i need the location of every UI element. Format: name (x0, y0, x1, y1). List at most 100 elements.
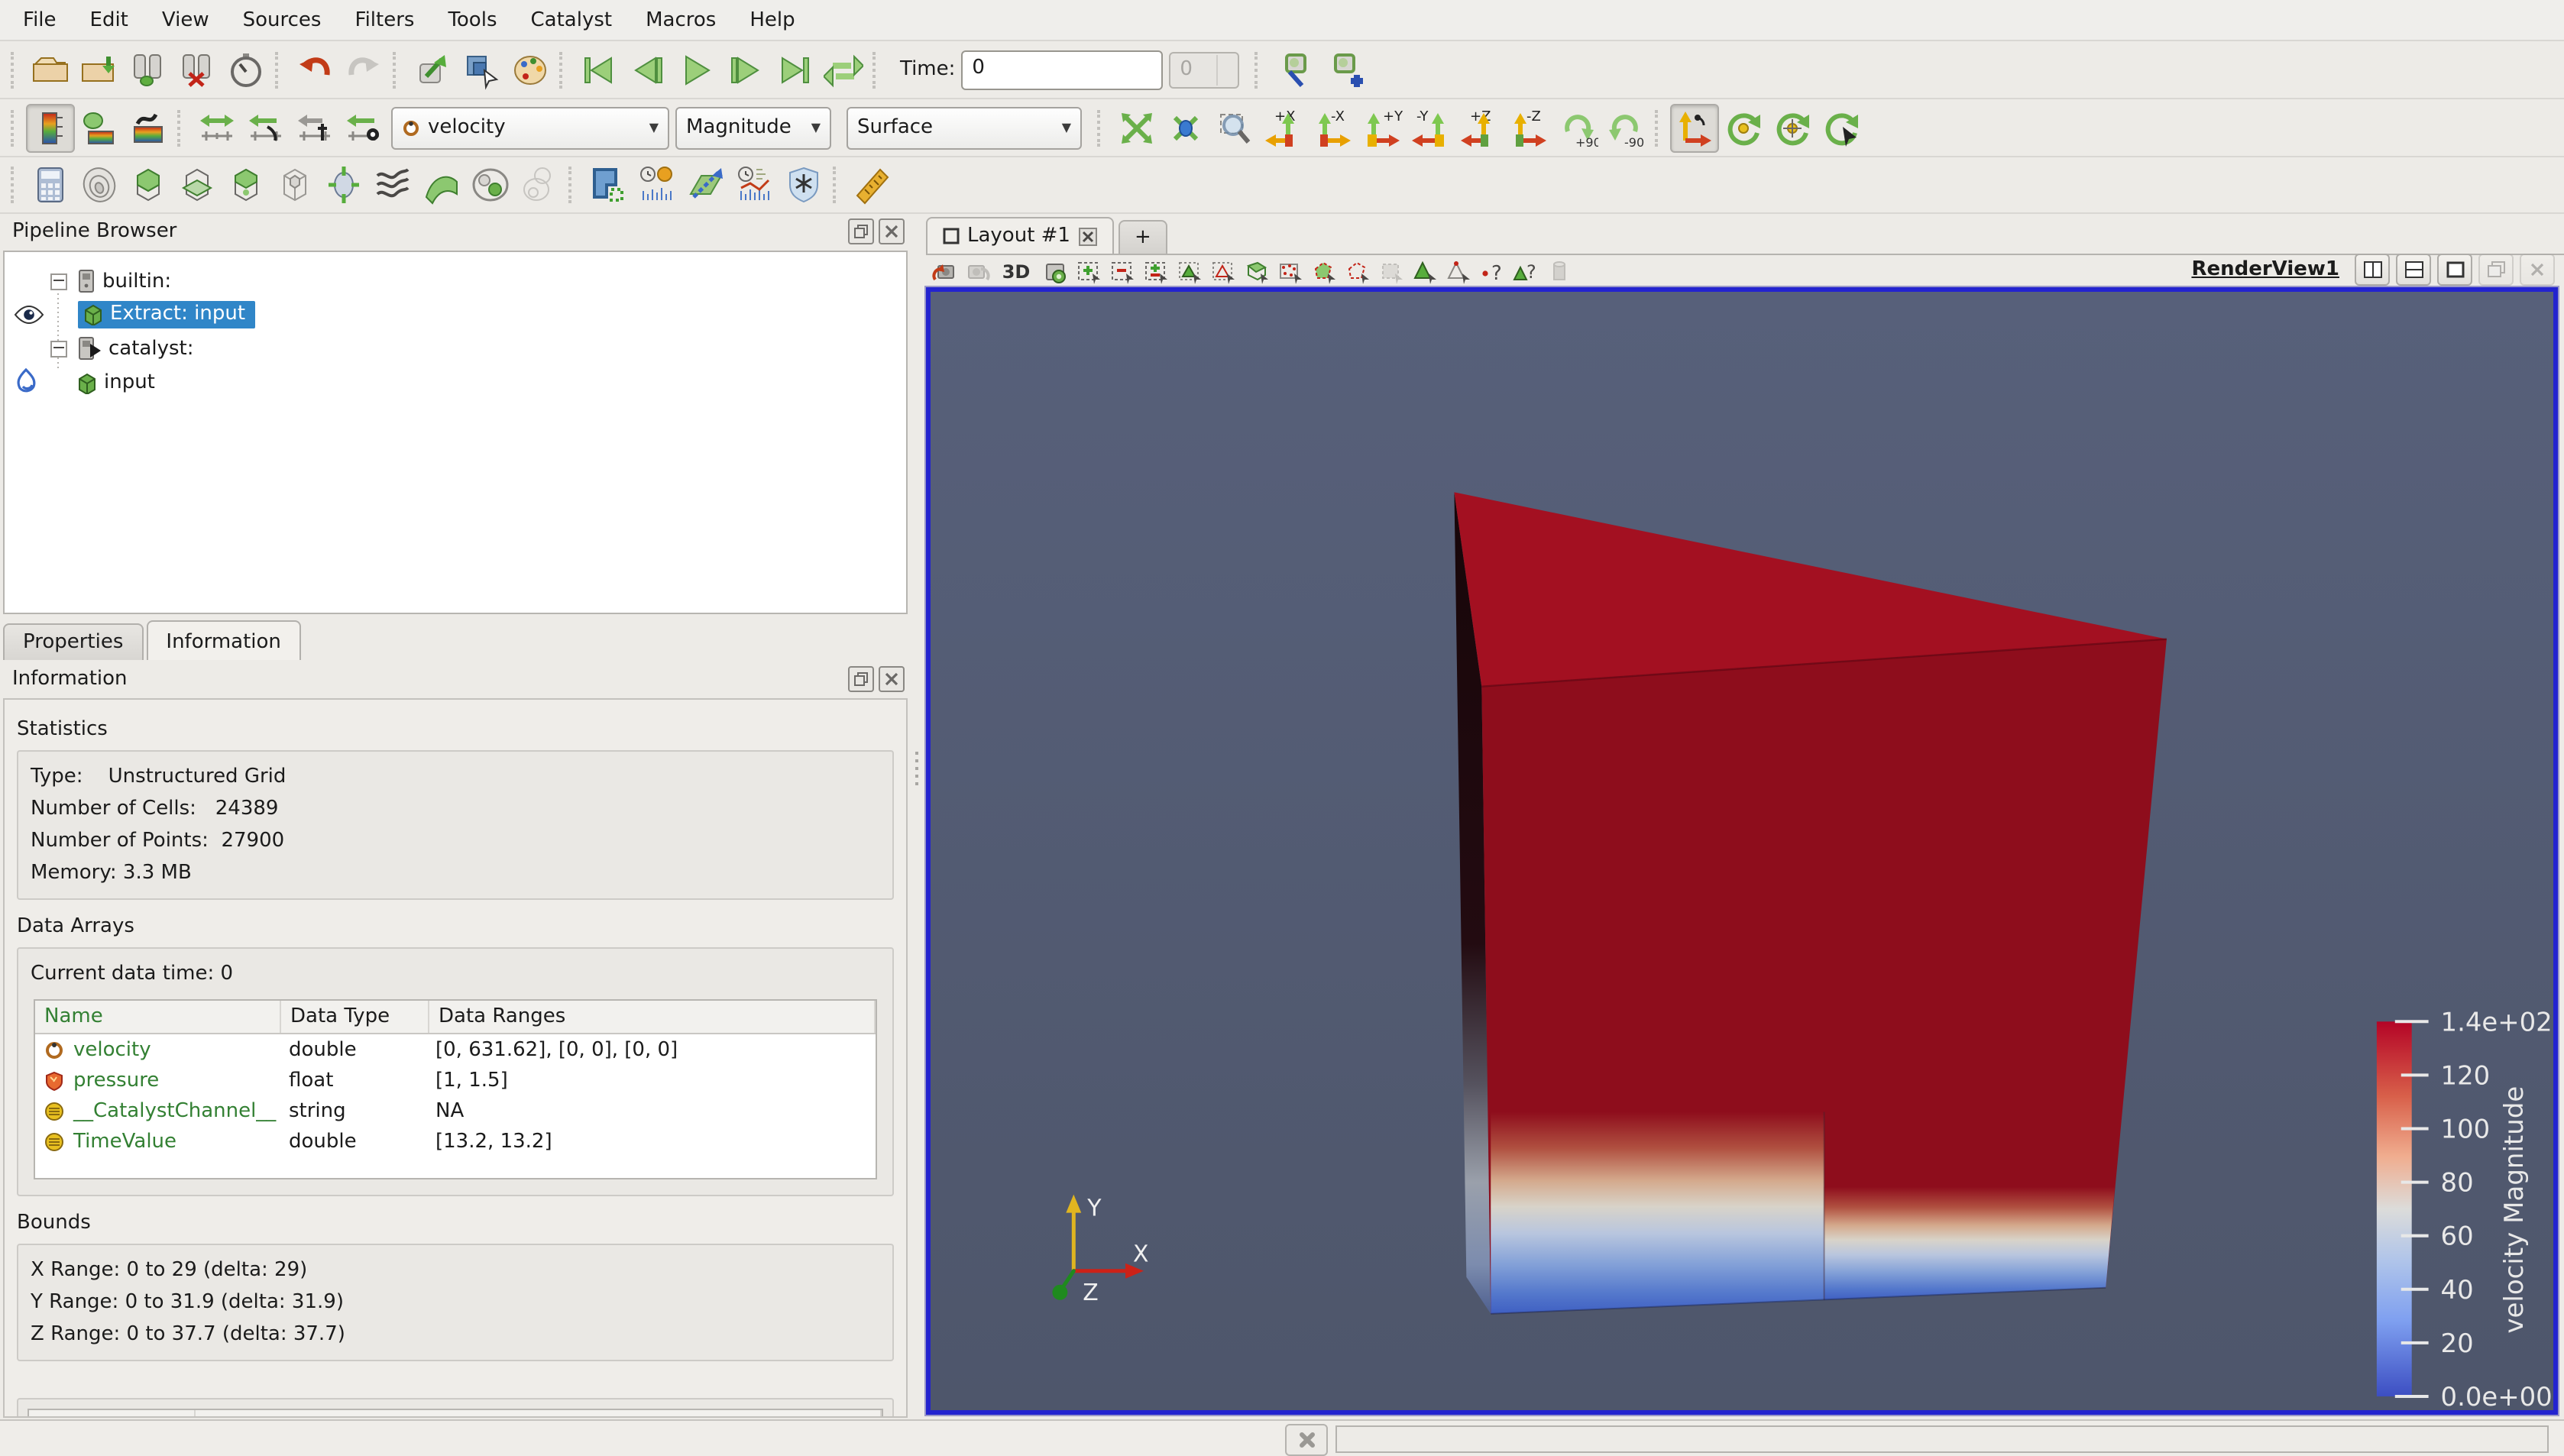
load-state-button[interactable] (408, 45, 457, 94)
play-button[interactable] (672, 45, 721, 94)
menu-file[interactable]: File (6, 2, 73, 37)
selection-tool-button[interactable] (457, 45, 506, 94)
camera-redo-button[interactable] (963, 257, 992, 285)
loop-button[interactable] (819, 45, 868, 94)
extract-subset-button[interactable] (270, 160, 319, 209)
first-frame-button[interactable] (575, 45, 623, 94)
live-source-icon[interactable] (12, 368, 40, 396)
close-dock-button[interactable] (879, 218, 905, 244)
reset-center-button[interactable] (1768, 103, 1817, 152)
select-cells-on-button[interactable] (1175, 257, 1204, 285)
rotate-90-cw-button[interactable]: +90 (1552, 103, 1601, 152)
render-view-name[interactable]: RenderView1 (2191, 257, 2339, 280)
zoom-to-data-button[interactable] (1161, 103, 1210, 152)
panel-splitter[interactable] (911, 214, 923, 1421)
float-view-button[interactable] (2478, 253, 2514, 285)
split-vertical-button[interactable] (2396, 253, 2431, 285)
hover-cells-query-button[interactable]: ? (1511, 257, 1540, 285)
view-plus-x-button[interactable]: +X (1259, 103, 1308, 152)
column-header-ranges[interactable]: Data Ranges (429, 1001, 876, 1033)
plot-over-line-button[interactable] (681, 160, 730, 209)
time-input[interactable]: 0 (961, 50, 1163, 89)
toggle-color-legend-button[interactable] (26, 103, 75, 152)
interactive-select-points-button[interactable] (1444, 257, 1473, 285)
ruler-button[interactable] (848, 160, 897, 209)
view-minus-z-button[interactable]: -Z (1504, 103, 1552, 152)
camera-undo-button[interactable] (929, 257, 958, 285)
next-frame-button[interactable] (721, 45, 770, 94)
select-cells-minus-button[interactable] (1108, 257, 1137, 285)
last-frame-button[interactable] (770, 45, 819, 94)
previous-frame-button[interactable] (623, 45, 672, 94)
view-minus-x-button[interactable]: -X (1308, 103, 1357, 152)
slice-filter-button[interactable] (173, 160, 222, 209)
tab-information[interactable]: Information (146, 620, 301, 660)
view-minus-y-button[interactable]: -Y (1406, 103, 1455, 152)
float-dock-button[interactable] (848, 665, 874, 691)
toolbar-grip[interactable] (872, 51, 883, 88)
add-view-link-button[interactable] (1319, 45, 1368, 94)
component-combo[interactable]: Magnitude ▼ (675, 106, 831, 149)
close-tab-icon[interactable] (1078, 227, 1096, 245)
disconnect-server-button[interactable] (173, 45, 222, 94)
extract-block-button[interactable] (515, 160, 564, 209)
glyph-filter-button[interactable] (319, 160, 368, 209)
menu-tools[interactable]: Tools (431, 2, 513, 37)
toolbar-grip[interactable] (833, 167, 843, 203)
pipeline-item-input[interactable]: input (5, 365, 906, 399)
pick-center-button[interactable] (1817, 103, 1866, 152)
select-cells-toggle-button[interactable] (1141, 257, 1170, 285)
grow-selection-button[interactable] (1545, 257, 1574, 285)
contour-filter-button[interactable] (75, 160, 124, 209)
column-header-name[interactable]: Name (35, 1001, 281, 1033)
maximize-view-button[interactable] (2437, 253, 2472, 285)
center-rotation-button[interactable] (1719, 103, 1768, 152)
tab-layout-1[interactable]: Layout #1 (926, 217, 1113, 254)
show-orientation-axes-button[interactable] (1670, 103, 1719, 152)
menu-view[interactable]: View (145, 2, 226, 37)
close-view-button[interactable] (2520, 253, 2555, 285)
save-data-button[interactable] (75, 45, 124, 94)
toolbar-grip[interactable] (393, 51, 403, 88)
column-header-index[interactable]: Index (29, 1410, 196, 1418)
rescale-to-data-button[interactable] (193, 103, 241, 152)
separate-color-map-button[interactable] (124, 103, 173, 152)
toolbar-grip[interactable] (275, 51, 286, 88)
capture-view-button[interactable] (1041, 257, 1070, 285)
pipeline-item-catalyst[interactable]: catalyst: (5, 332, 906, 365)
tab-properties[interactable]: Properties (3, 623, 143, 660)
render-viewport[interactable]: Y X Z 1.4e+02 120 100 80 (926, 287, 2558, 1415)
zoom-edit-button[interactable] (1270, 45, 1319, 94)
representation-combo[interactable]: Surface ▼ (847, 106, 1082, 149)
zoom-to-box-button[interactable] (1210, 103, 1259, 152)
close-dock-button[interactable] (879, 665, 905, 691)
select-points-through-button[interactable] (1276, 257, 1305, 285)
collapse-expander-icon[interactable] (50, 340, 67, 357)
select-points-on-button[interactable] (1209, 257, 1238, 285)
view-plus-z-button[interactable]: +Z (1455, 103, 1504, 152)
rescale-temporal-button[interactable] (290, 103, 339, 152)
hover-points-query-button[interactable]: ? (1478, 257, 1507, 285)
toolbar-grip[interactable] (11, 51, 21, 88)
menu-filters[interactable]: Filters (338, 2, 432, 37)
frame-spinner[interactable]: 0 (1169, 51, 1239, 88)
toolbar-grip[interactable] (568, 167, 579, 203)
pipeline-item-builtin[interactable]: builtin: (5, 264, 906, 298)
select-cells-rect-button[interactable] (1074, 257, 1103, 285)
view-plus-y-button[interactable]: +Y (1357, 103, 1406, 152)
plot-selection-over-time-button[interactable] (633, 160, 681, 209)
rescale-visible-button[interactable] (339, 103, 388, 152)
pipeline-item-extract-input[interactable]: Extract: input (5, 298, 906, 332)
connect-server-button[interactable] (124, 45, 173, 94)
toolbar-grip[interactable] (559, 51, 570, 88)
toggle-2d-3d-button[interactable]: 3D (996, 257, 1036, 285)
menu-help[interactable]: Help (733, 2, 811, 37)
group-datasets-button[interactable] (466, 160, 515, 209)
split-horizontal-button[interactable] (2355, 253, 2390, 285)
rotate-90-ccw-button[interactable]: -90 (1601, 103, 1650, 152)
select-block-button[interactable] (1377, 257, 1406, 285)
menu-edit[interactable]: Edit (73, 2, 145, 37)
menu-sources[interactable]: Sources (226, 2, 338, 37)
clip-filter-button[interactable] (124, 160, 173, 209)
temporal-interpolator-button[interactable] (779, 160, 828, 209)
